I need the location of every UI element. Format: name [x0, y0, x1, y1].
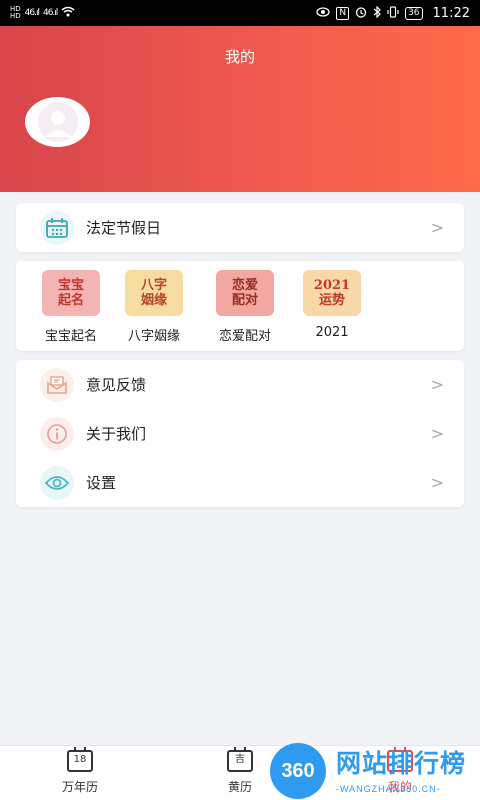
tool-2021-fortune[interactable]: 2021 运势 2021 — [286, 270, 378, 340]
page-title: 我的 — [224, 48, 255, 66]
hd-indicator: HD HD — [10, 5, 21, 20]
site-watermark: 360 网站排行榜 -WANGZHAN360.CN- — [270, 740, 480, 800]
love-match-image: 恋爱 配对 — [216, 270, 274, 316]
signal-icon-2: 46.ıl — [42, 8, 58, 18]
menu-item-label: 关于我们 — [86, 425, 147, 443]
chevron-right-icon: > — [430, 424, 444, 443]
avatar[interactable] — [25, 97, 90, 147]
watermark-logo: 360 — [270, 743, 326, 799]
chevron-right-icon: > — [430, 473, 444, 492]
eye-comfort-icon — [316, 6, 330, 20]
fortune-2021-image: 2021 运势 — [303, 270, 361, 316]
menu-item-label: 设置 — [86, 474, 117, 492]
tab-label: 黄历 — [227, 780, 252, 794]
watermark-url: -WANGZHAN360.CN- — [336, 784, 441, 794]
chevron-right-icon: > — [430, 218, 444, 237]
tools-card: 宝宝 起名 宝宝起名 八字 姻缘 八字姻缘 恋爱 配对 恋爱配对 2021 运势… — [16, 261, 464, 351]
mail-icon — [40, 367, 74, 402]
vibrate-icon — [387, 5, 399, 21]
info-icon — [40, 416, 74, 451]
chevron-right-icon: > — [430, 375, 444, 394]
calendar-tab-icon: 18 — [67, 747, 93, 772]
tab-calendar[interactable]: 18 万年历 — [40, 746, 120, 795]
menu-item-about[interactable]: 关于我们 > — [16, 409, 464, 458]
calendar-icon — [40, 210, 74, 245]
tab-almanac[interactable]: 吉 黄历 — [200, 746, 280, 795]
bluetooth-icon — [373, 5, 381, 21]
signal-icon: 46.ıl — [24, 8, 40, 18]
bazi-marriage-image: 八字 姻缘 — [125, 270, 183, 316]
tool-label: 恋爱配对 — [218, 329, 271, 344]
watermark-text: 网站排行榜 — [336, 749, 467, 778]
status-time: 11:22 — [432, 5, 470, 21]
holiday-row[interactable]: 法定节假日 > — [16, 203, 464, 252]
menu-item-settings[interactable]: 设置 > — [16, 458, 464, 507]
baby-naming-image: 宝宝 起名 — [42, 270, 100, 316]
tab-label: 万年历 — [61, 780, 98, 794]
tool-label: 宝宝起名 — [44, 329, 97, 344]
tool-baby-naming[interactable]: 宝宝 起名 宝宝起名 — [25, 270, 117, 344]
menu-item-label: 意见反馈 — [86, 376, 147, 394]
tool-label: 2021 — [315, 325, 349, 340]
menu-item-feedback[interactable]: 意见反馈 > — [16, 360, 464, 409]
user-icon — [37, 101, 79, 143]
alarm-icon — [355, 6, 367, 21]
tool-label: 八字姻缘 — [127, 329, 180, 344]
almanac-tab-icon: 吉 — [227, 747, 253, 772]
tool-bazi-marriage[interactable]: 八字 姻缘 八字姻缘 — [108, 270, 200, 344]
status-bar: HD HD 46.ıl 46.ıl N 36 11:22 — [0, 0, 480, 26]
holiday-card[interactable]: 法定节假日 > — [16, 203, 464, 252]
profile-header — [0, 0, 480, 192]
nfc-icon: N — [336, 6, 350, 20]
eye-icon — [40, 465, 74, 500]
tool-love-match[interactable]: 恋爱 配对 恋爱配对 — [199, 270, 291, 344]
holiday-label: 法定节假日 — [86, 219, 162, 237]
battery-icon: 36 — [405, 6, 423, 20]
wifi-icon — [61, 6, 75, 20]
menu-card: 意见反馈 > 关于我们 > 设置 > — [16, 360, 464, 507]
